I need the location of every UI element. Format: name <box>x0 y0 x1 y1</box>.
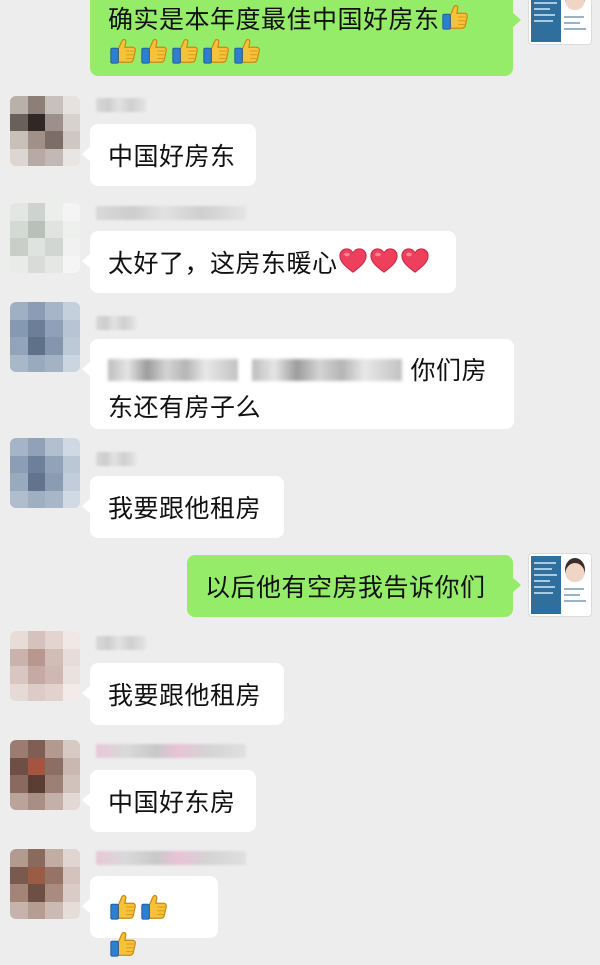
message-text: 我要跟他租房 <box>108 681 262 710</box>
sender-name <box>96 98 146 112</box>
sender-name <box>96 316 136 330</box>
message-bubble[interactable]: 中国好房东 <box>82 124 256 186</box>
thumbs-up-icon <box>201 36 231 66</box>
redacted-text <box>108 359 238 381</box>
thumbs-up-icon <box>108 36 138 66</box>
message-text: 我要跟他租房 <box>108 494 262 523</box>
message-bubble[interactable]: 确实是本年度最佳中国好房东 <box>90 0 521 76</box>
avatar[interactable] <box>10 631 80 701</box>
redacted-text <box>252 359 402 381</box>
thumbs-up-icon <box>108 929 138 959</box>
message-text: 中国好房东 <box>108 142 236 171</box>
avatar[interactable] <box>529 554 591 616</box>
message-text: 中国好东房 <box>108 788 236 817</box>
message-text: 东还有房子么 <box>108 393 262 422</box>
message-bubble[interactable]: 中国好东房 <box>82 770 256 832</box>
avatar[interactable] <box>10 96 80 166</box>
heart-icon <box>338 246 368 276</box>
sender-name <box>96 744 246 758</box>
avatar[interactable] <box>10 302 80 372</box>
sender-name <box>96 851 246 865</box>
message-text: 太好了，这房东暖心 <box>108 249 338 278</box>
heart-icon <box>369 246 399 276</box>
message-bubble[interactable] <box>82 876 218 938</box>
sender-name <box>96 636 146 650</box>
message-bubble[interactable]: 太好了，这房东暖心 <box>82 231 456 293</box>
avatar[interactable] <box>10 849 80 919</box>
avatar[interactable] <box>10 203 80 273</box>
heart-icon <box>400 246 430 276</box>
sender-name <box>96 206 246 220</box>
message-bubble[interactable]: 我要跟他租房 <box>82 476 284 538</box>
sender-name <box>96 452 136 466</box>
message-bubble[interactable]: 我要跟他租房 <box>82 663 284 725</box>
message-text: 以后他有空房我告诉你们 <box>205 573 486 602</box>
avatar[interactable] <box>10 740 80 810</box>
thumbs-up-icon <box>170 36 200 66</box>
message-bubble[interactable]: 你们房 东还有房子么 <box>82 339 514 429</box>
thumbs-up-icon <box>232 36 262 66</box>
avatar[interactable] <box>529 0 591 44</box>
message-bubble[interactable]: 以后他有空房我告诉你们 <box>187 555 521 617</box>
message-text: 你们房 <box>410 356 487 385</box>
thumbs-up-icon <box>440 2 470 32</box>
thumbs-up-icon <box>139 892 169 922</box>
message-text: 确实是本年度最佳中国好房东 <box>108 5 440 34</box>
chat-area[interactable]: 确实是本年度最佳中国好房东 中国好房东 太好了，这房东暖心 你们房 东还有房子么… <box>0 0 600 923</box>
avatar[interactable] <box>10 438 80 508</box>
thumbs-up-icon <box>108 892 138 922</box>
thumbs-up-icon <box>139 36 169 66</box>
